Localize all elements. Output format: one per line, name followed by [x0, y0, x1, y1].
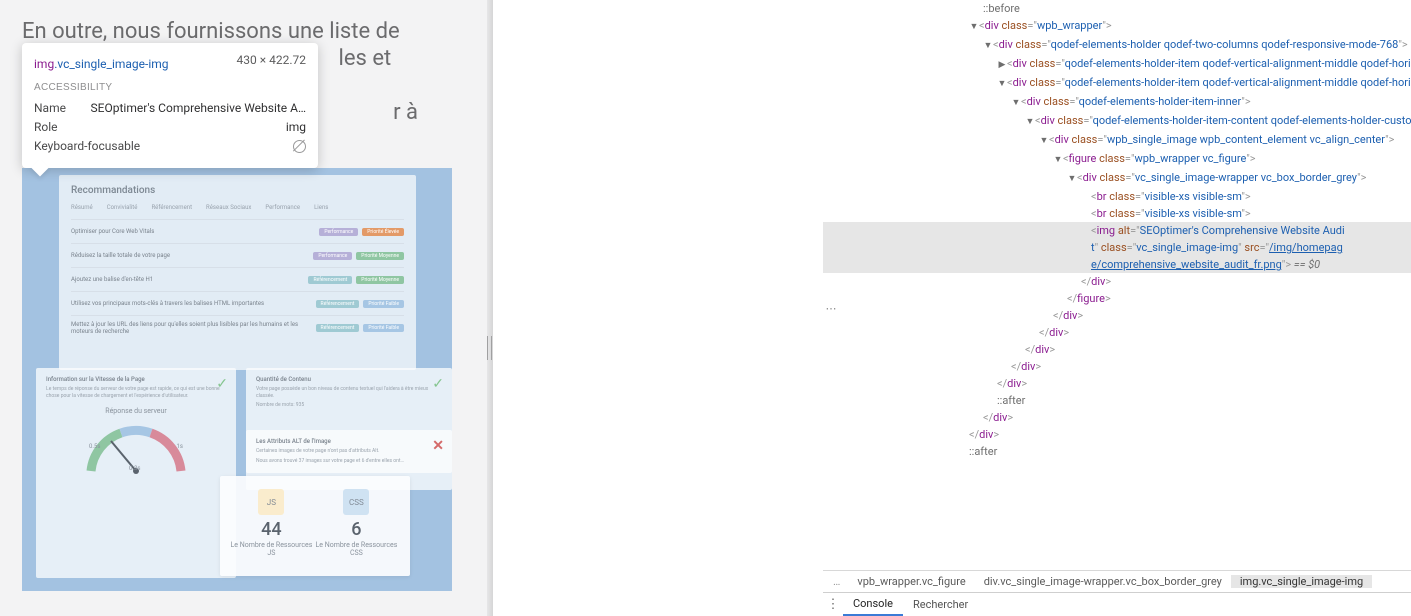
disclosure-triangle-icon[interactable] [1053, 152, 1063, 169]
tooltip-row-role: Roleimg [34, 118, 306, 137]
page-preview-pane: En outre, nous fournissons une liste de … [0, 0, 493, 616]
gutter-ellipsis-icon[interactable]: ⋯ [824, 300, 839, 317]
reco-row: Utilisez vos principaux mots-clés à trav… [71, 291, 404, 315]
disclosure-triangle-icon[interactable] [1039, 133, 1049, 150]
inspected-image-highlight[interactable]: Recommandations Résumé Convivialité Réfé… [22, 168, 452, 591]
js-count: 44 [230, 519, 313, 540]
check-icon: ✓ [432, 376, 444, 392]
alt-attr-sub: Certaines images de votre page n'ont pas… [256, 448, 442, 455]
recommendations-tabs: Résumé Convivialité Référencement Réseau… [71, 204, 404, 211]
content-qty-sub: Votre page possède un bon niveau de cont… [256, 386, 442, 399]
reco-row: Optimiser pour Core Web VitalsPerformanc… [71, 219, 404, 243]
breadcrumb-item-active[interactable]: img.vc_single_image-img [1231, 575, 1372, 588]
reco-tab: Convivialité [107, 204, 138, 211]
not-focusable-icon [293, 140, 306, 153]
reco-tab: Référencement [151, 204, 192, 211]
reco-row: Mettez à jour les URL des liens pour qu'… [71, 315, 404, 339]
drawer-tab-console[interactable]: Console [843, 593, 903, 616]
drawer-tab-search[interactable]: Rechercher [903, 593, 978, 616]
disclosure-triangle-icon[interactable] [1025, 114, 1035, 131]
css-count: 6 [313, 519, 400, 540]
reco-tab: Réseaux Sociaux [206, 204, 251, 211]
check-icon: ✓ [216, 376, 228, 392]
breadcrumb-item[interactable]: div.vc_single_image-wrapper.vc_box_borde… [975, 575, 1231, 588]
drawer-menu-icon[interactable]: ⋮ [823, 597, 843, 612]
elements-tree[interactable]: ⋯ ::before <div class="wpb_wrapper"> <di… [823, 0, 1411, 570]
content-qty-count: Nombre de mots: 935 [256, 402, 442, 409]
js-label: Le Nombre de Ressources JS [230, 541, 313, 558]
reco-tab: Performance [265, 204, 300, 211]
alt-attr-sub2: Nous avons trouvé 37 images sur votre pa… [256, 458, 442, 465]
reco-tab: Liens [314, 204, 328, 211]
gauge-icon: 0.5s 1s 0.3s [81, 421, 191, 476]
disclosure-triangle-icon[interactable] [1067, 171, 1077, 188]
js-icon: JS [258, 489, 284, 515]
breadcrumb-overflow-icon[interactable]: … [831, 575, 848, 588]
console-drawer: ⋮ Console Rechercher [823, 592, 1411, 616]
recommendations-card: Recommandations Résumé Convivialité Réfé… [59, 175, 416, 370]
pane-resize-handle[interactable] [483, 336, 495, 360]
element-inspector-tooltip: img.vc_single_image-img 430 × 422.72 ACC… [22, 43, 318, 168]
css-icon: CSS [343, 489, 369, 515]
reco-row: Réduisez la taille totale de votre pageP… [71, 243, 404, 267]
css-label: Le Nombre de Ressources CSS [313, 541, 400, 558]
resources-card: JS 44 Le Nombre de Ressources JS CSS 6 L… [220, 476, 410, 576]
tooltip-section: ACCESSIBILITY [34, 82, 306, 93]
page-speed-sub: Le temps de réponse du serveur de votre … [46, 386, 226, 399]
disclosure-triangle-icon[interactable] [969, 19, 979, 36]
pane-gap [493, 0, 823, 616]
elements-breadcrumb[interactable]: … vpb_wrapper.vc_figure div.vc_single_im… [823, 570, 1411, 592]
devtools-pane: ⋯ ::before <div class="wpb_wrapper"> <di… [823, 0, 1411, 616]
gauge-label: Réponse du serveur [46, 407, 226, 415]
tooltip-selector: img.vc_single_image-img [34, 53, 169, 72]
tooltip-row-name: NameSEOptimer's Comprehensive Website A… [34, 99, 306, 118]
page-speed-card: ✓ Information sur la Vitesse de la Page … [36, 368, 236, 578]
disclosure-triangle-icon[interactable] [997, 76, 1007, 93]
recommendations-title: Recommandations [71, 185, 404, 196]
page-paragraph-line1: En outre, nous fournissons une liste de [22, 19, 400, 44]
reco-row: Ajoutez une balise d'en-tête H1Référence… [71, 267, 404, 291]
disclosure-triangle-icon[interactable] [983, 38, 993, 55]
cross-icon: ✕ [432, 438, 444, 454]
page-speed-title: Information sur la Vitesse de la Page [46, 376, 226, 383]
alt-attr-title: Les Attributs ALT de l'Image [256, 438, 442, 445]
disclosure-triangle-icon[interactable] [1011, 95, 1021, 112]
breadcrumb-item[interactable]: vpb_wrapper.vc_figure [848, 575, 974, 588]
reco-tab: Résumé [71, 204, 93, 211]
selected-dom-node[interactable]: <img alt="SEOptimer's Comprehensive Webs… [823, 222, 1411, 239]
disclosure-triangle-icon[interactable] [997, 57, 1007, 74]
tooltip-dimensions: 430 × 422.72 [237, 53, 306, 72]
tooltip-row-keyboard: Keyboard-focusable [34, 137, 306, 156]
content-qty-title: Quantité de Contenu [256, 376, 442, 383]
